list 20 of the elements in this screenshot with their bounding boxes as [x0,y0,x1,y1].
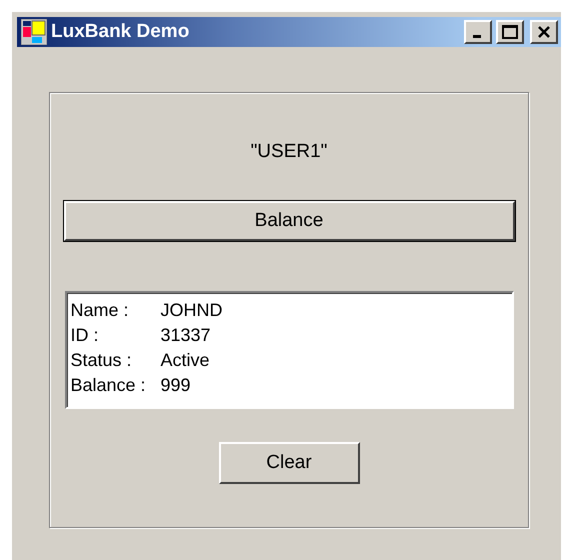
detail-label: Status : [70,349,133,372]
detail-label: Name : [70,299,130,322]
detail-value: 999 [160,374,191,397]
app-icon [21,19,47,45]
detail-value: JOHND [160,299,222,322]
details-text-box[interactable]: Name : JOHND ID : 31337 Status : Active Balance : 999 [64,291,514,409]
maximize-button[interactable] [496,20,524,44]
user-label: "USER1" [250,141,328,163]
minimize-icon [473,35,481,38]
minimize-button[interactable] [464,20,492,44]
detail-value: 31337 [160,324,211,347]
detail-label: ID : [70,324,100,347]
balance-button[interactable]: Balance [64,201,514,241]
close-button[interactable] [530,20,558,44]
clear-button[interactable]: Clear [218,442,360,484]
detail-label: Balance : [70,374,147,397]
window-title: LuxBank Demo [51,21,190,43]
close-icon [537,25,551,39]
maximize-icon [502,25,518,39]
detail-value: Active [160,349,210,372]
